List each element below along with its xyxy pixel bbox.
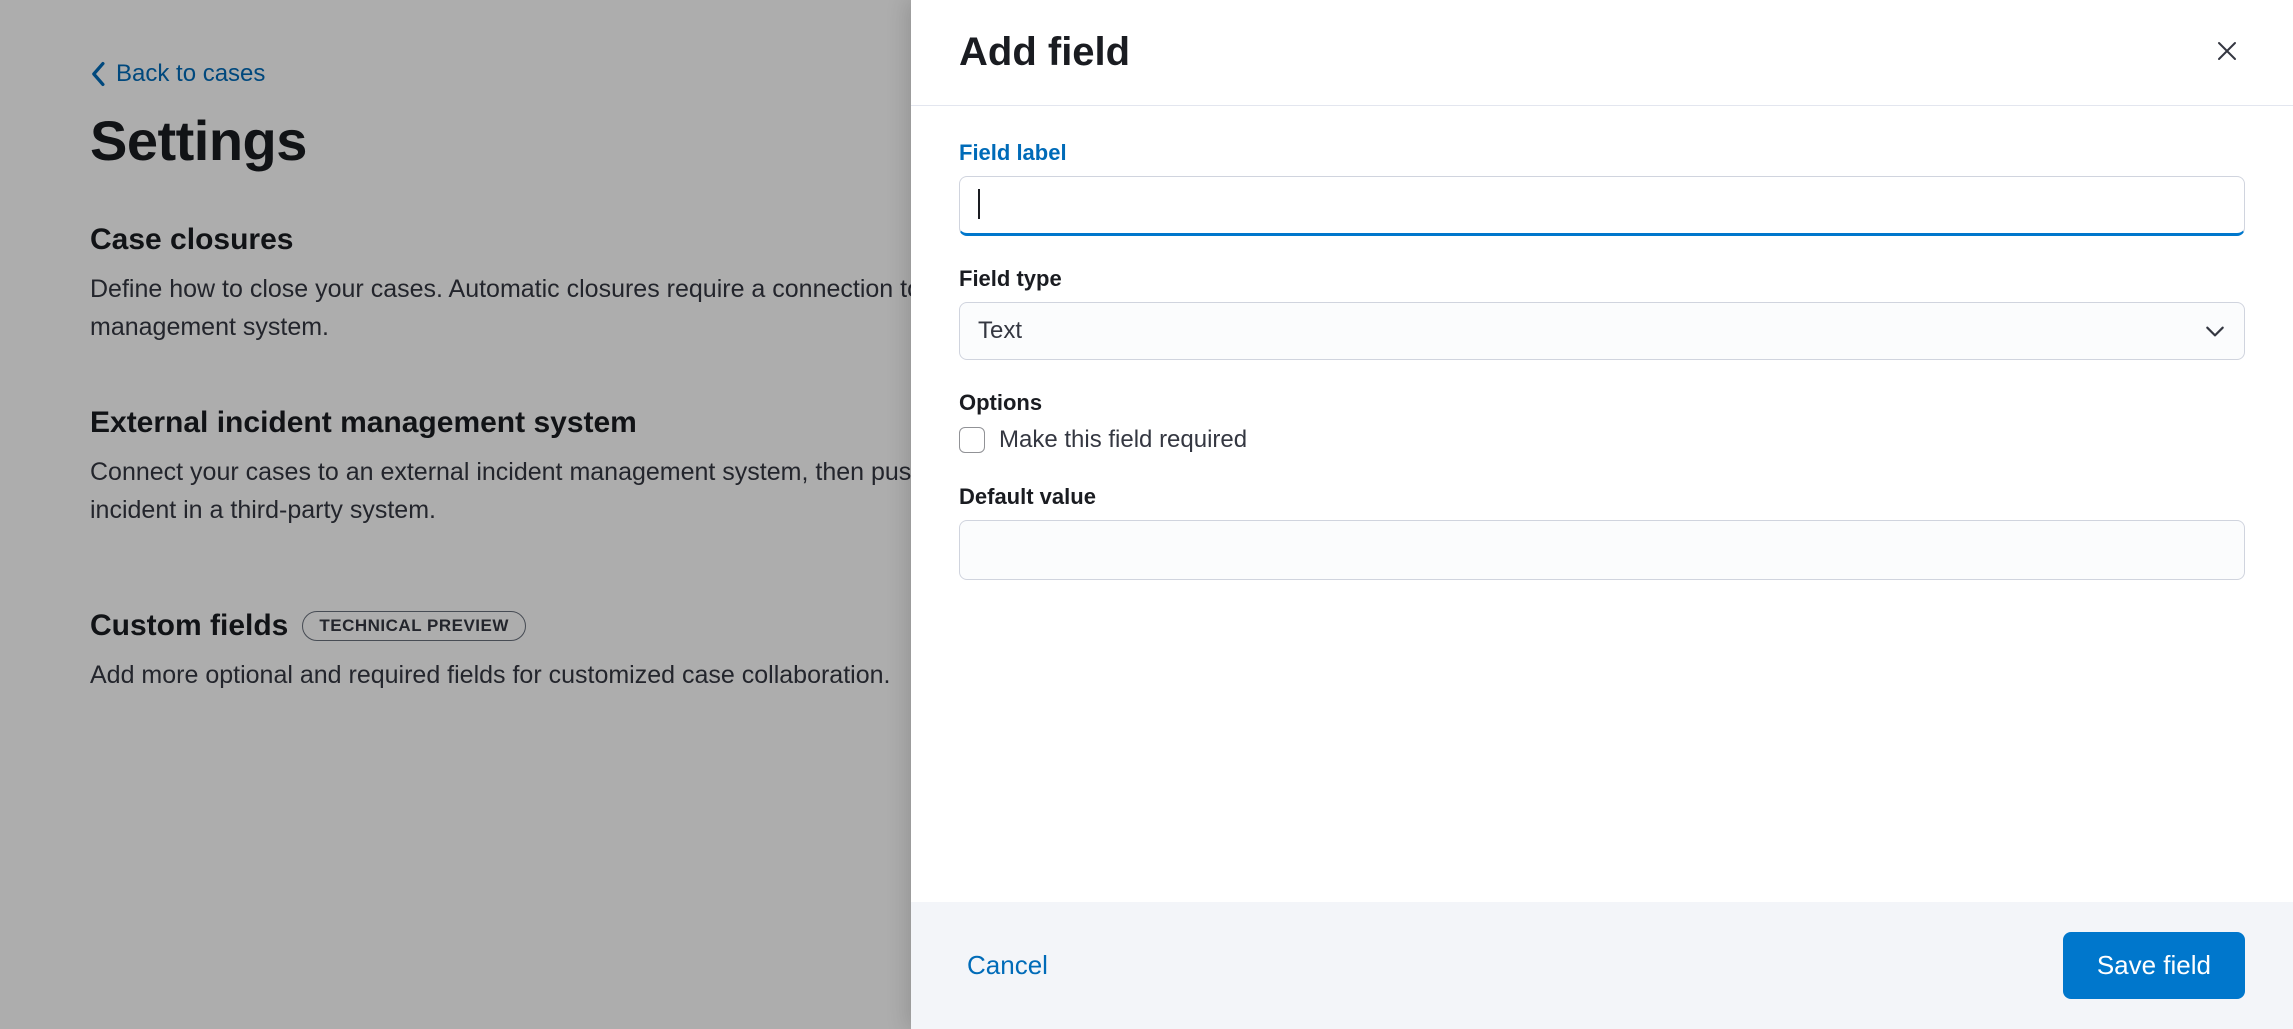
field-type-row: Field type Text	[959, 266, 2245, 360]
flyout-header: Add field	[911, 0, 2293, 106]
field-label-label: Field label	[959, 140, 2245, 166]
options-label: Options	[959, 390, 2245, 416]
chevron-down-icon	[2204, 320, 2226, 342]
flyout-title: Add field	[959, 30, 1130, 75]
field-type-selected-value: Text	[978, 317, 1022, 345]
close-button[interactable]	[2209, 33, 2245, 72]
field-label-input[interactable]	[959, 176, 2245, 236]
field-type-label: Field type	[959, 266, 2245, 292]
add-field-flyout: Add field Field label Field type Text	[911, 0, 2293, 1029]
required-checkbox[interactable]	[959, 427, 985, 453]
options-row: Options Make this field required	[959, 390, 2245, 454]
text-cursor	[978, 189, 980, 219]
close-icon	[2215, 39, 2239, 63]
required-checkbox-row[interactable]: Make this field required	[959, 426, 2245, 454]
flyout-body: Field label Field type Text Options Make…	[911, 106, 2293, 902]
required-checkbox-label: Make this field required	[999, 426, 1247, 454]
cancel-button[interactable]: Cancel	[959, 936, 1056, 995]
save-field-button[interactable]: Save field	[2063, 932, 2245, 999]
field-type-select[interactable]: Text	[959, 302, 2245, 360]
default-value-input[interactable]	[959, 520, 2245, 580]
field-label-row: Field label	[959, 140, 2245, 236]
flyout-footer: Cancel Save field	[911, 902, 2293, 1029]
default-value-row: Default value	[959, 484, 2245, 580]
default-value-label: Default value	[959, 484, 2245, 510]
